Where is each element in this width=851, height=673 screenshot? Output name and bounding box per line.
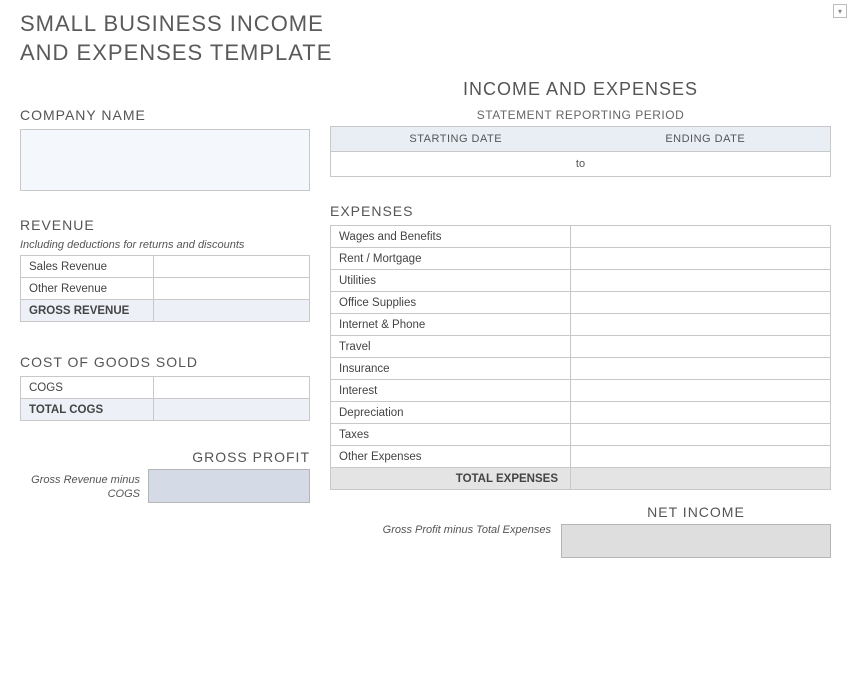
gross-profit-value [148, 469, 310, 503]
expense-taxes-label: Taxes [331, 424, 571, 446]
other-revenue-label: Other Revenue [21, 278, 154, 300]
table-row: TOTAL COGS [21, 399, 310, 421]
table-row: Rent / Mortgage [331, 248, 831, 270]
revenue-table: Sales Revenue Other Revenue GROSS REVENU… [20, 255, 310, 322]
revenue-heading: REVENUE [20, 217, 310, 233]
table-row: Travel [331, 336, 831, 358]
starting-date-value[interactable] [331, 152, 566, 176]
table-row: Sales Revenue [21, 256, 310, 278]
expense-travel-label: Travel [331, 336, 571, 358]
total-expenses-label: TOTAL EXPENSES [331, 468, 571, 490]
other-revenue-value[interactable] [153, 278, 309, 300]
expense-office-value[interactable] [571, 292, 831, 314]
table-row: Internet & Phone [331, 314, 831, 336]
expense-depreciation-value[interactable] [571, 402, 831, 424]
company-name-input[interactable] [20, 129, 310, 191]
expense-depreciation-label: Depreciation [331, 402, 571, 424]
expense-utilities-value[interactable] [571, 270, 831, 292]
expense-utilities-label: Utilities [331, 270, 571, 292]
starting-date-label: STARTING DATE [331, 127, 581, 151]
table-row: Insurance [331, 358, 831, 380]
table-row: TOTAL EXPENSES [331, 468, 831, 490]
income-expenses-heading: INCOME AND EXPENSES [330, 79, 831, 100]
cogs-value[interactable] [153, 377, 309, 399]
table-row: COGS [21, 377, 310, 399]
expense-travel-value[interactable] [571, 336, 831, 358]
expense-wages-label: Wages and Benefits [331, 226, 571, 248]
expense-internet-label: Internet & Phone [331, 314, 571, 336]
total-cogs-label: TOTAL COGS [21, 399, 154, 421]
table-row: Depreciation [331, 402, 831, 424]
table-row: Other Expenses [331, 446, 831, 468]
page-title: SMALL BUSINESS INCOME AND EXPENSES TEMPL… [20, 10, 831, 67]
gross-revenue-label: GROSS REVENUE [21, 300, 154, 322]
net-income-note: Gross Profit minus Total Expenses [383, 504, 551, 536]
gross-profit-note: Gross Revenue minus COGS [20, 469, 140, 502]
expense-insurance-value[interactable] [571, 358, 831, 380]
dropdown-icon[interactable]: ▾ [833, 4, 847, 18]
expense-other-value[interactable] [571, 446, 831, 468]
table-row: Taxes [331, 424, 831, 446]
net-income-heading: NET INCOME [561, 504, 831, 520]
expense-other-label: Other Expenses [331, 446, 571, 468]
expense-interest-value[interactable] [571, 380, 831, 402]
reporting-period-label: STATEMENT REPORTING PERIOD [330, 108, 831, 122]
company-name-label: COMPANY NAME [20, 107, 310, 123]
title-line-1: SMALL BUSINESS INCOME [20, 10, 831, 39]
table-row: Interest [331, 380, 831, 402]
cogs-table: COGS TOTAL COGS [20, 376, 310, 421]
expense-office-label: Office Supplies [331, 292, 571, 314]
ending-date-label: ENDING DATE [581, 127, 831, 151]
expense-wages-value[interactable] [571, 226, 831, 248]
sales-revenue-value[interactable] [153, 256, 309, 278]
table-row: Other Revenue [21, 278, 310, 300]
gross-revenue-value [153, 300, 309, 322]
sales-revenue-label: Sales Revenue [21, 256, 154, 278]
expenses-heading: EXPENSES [330, 203, 831, 219]
cogs-label: COGS [21, 377, 154, 399]
table-row: Wages and Benefits [331, 226, 831, 248]
table-row: Office Supplies [331, 292, 831, 314]
table-row: GROSS REVENUE [21, 300, 310, 322]
period-values-row: to [330, 152, 831, 177]
expense-taxes-value[interactable] [571, 424, 831, 446]
table-row: Utilities [331, 270, 831, 292]
ending-date-value[interactable] [596, 152, 831, 176]
period-header-row: STARTING DATE ENDING DATE [330, 126, 831, 152]
to-label: to [566, 152, 596, 176]
expenses-table: Wages and Benefits Rent / Mortgage Utili… [330, 225, 831, 490]
net-income-value [561, 524, 831, 558]
total-cogs-value [153, 399, 309, 421]
expense-rent-label: Rent / Mortgage [331, 248, 571, 270]
expense-insurance-label: Insurance [331, 358, 571, 380]
expense-interest-label: Interest [331, 380, 571, 402]
cogs-heading: COST OF GOODS SOLD [20, 354, 310, 370]
title-line-2: AND EXPENSES TEMPLATE [20, 39, 831, 68]
total-expenses-value [571, 468, 831, 490]
gross-profit-heading: GROSS PROFIT [20, 449, 310, 465]
expense-internet-value[interactable] [571, 314, 831, 336]
revenue-note: Including deductions for returns and dis… [20, 239, 310, 251]
expense-rent-value[interactable] [571, 248, 831, 270]
